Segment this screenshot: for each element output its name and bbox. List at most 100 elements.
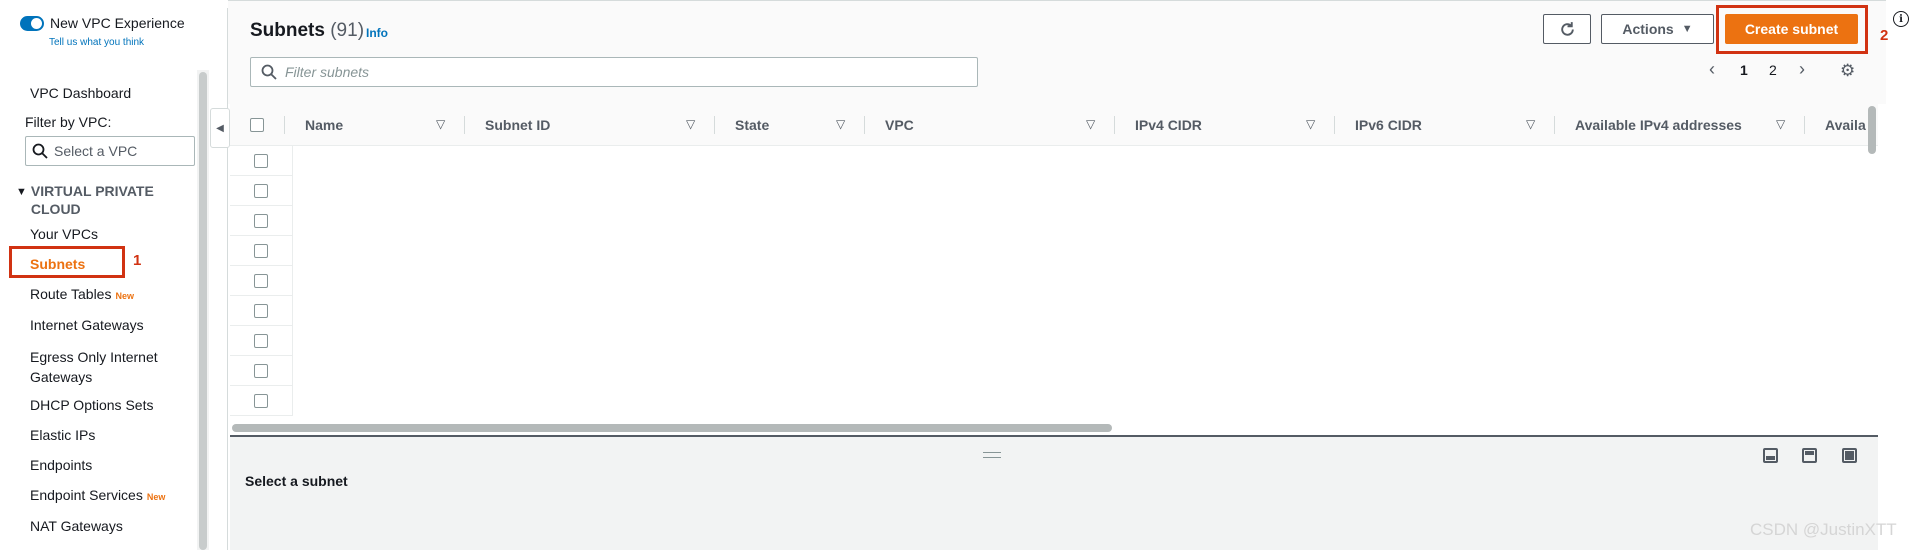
table-row[interactable]: [230, 236, 293, 266]
nav-endpoints[interactable]: Endpoints: [30, 457, 92, 473]
refresh-icon: [1560, 21, 1574, 36]
nav-label: Route Tables: [30, 286, 112, 302]
actions-label: Actions: [1622, 21, 1674, 37]
caret-down-icon: ▼: [16, 186, 27, 198]
caret-down-icon: ▼: [1681, 23, 1693, 35]
search-icon: [261, 64, 277, 80]
column-divider: [1554, 116, 1555, 134]
table-horizontal-scrollbar[interactable]: [232, 424, 1112, 432]
column-name[interactable]: Name: [305, 104, 343, 146]
subnets-table: Name ▽ Subnet ID ▽ State ▽ VPC ▽ IPv4 CI…: [230, 104, 1878, 420]
nav-elastic-ips[interactable]: Elastic IPs: [30, 427, 95, 443]
column-divider: [714, 116, 715, 134]
sort-icon[interactable]: ▽: [1306, 117, 1315, 131]
filter-subnets-input[interactable]: Filter subnets: [250, 57, 978, 87]
row-checkbox[interactable]: [254, 363, 268, 378]
row-checkbox[interactable]: [254, 393, 268, 408]
nav-nat-gateways[interactable]: NAT Gateways: [30, 518, 123, 534]
vpc-filter-select[interactable]: Select a VPC: [25, 136, 195, 166]
gear-icon[interactable]: ⚙: [1840, 61, 1855, 81]
feedback-link[interactable]: Tell us what you think: [49, 37, 144, 48]
page-1[interactable]: 1: [1740, 62, 1748, 78]
split-panel-resize-handle[interactable]: [983, 452, 1001, 458]
table-vertical-scrollbar[interactable]: [1868, 106, 1876, 154]
watermark: CSDN @JustinXTT: [1750, 520, 1897, 539]
split-panel-bottom-icon[interactable]: [1763, 448, 1778, 463]
sort-icon[interactable]: ▽: [436, 117, 445, 131]
section-virtual-private-cloud[interactable]: ▼ VIRTUAL PRIVATE CLOUD: [16, 182, 196, 218]
new-vpc-experience-toggle-row: New VPC Experience: [20, 15, 185, 31]
column-availability-zone[interactable]: Availa: [1825, 104, 1866, 146]
column-vpc[interactable]: VPC: [885, 104, 914, 146]
sort-icon[interactable]: ▽: [836, 117, 845, 131]
table-row[interactable]: [230, 386, 293, 416]
split-panel-side-icon[interactable]: [1802, 448, 1817, 463]
split-panel: [230, 435, 1878, 550]
column-ipv4-cidr[interactable]: IPv4 CIDR: [1135, 104, 1202, 146]
column-divider: [1334, 116, 1335, 134]
split-panel-title: Select a subnet: [245, 473, 348, 489]
annotation-box-create-subnet: [1716, 5, 1868, 54]
row-checkbox[interactable]: [254, 153, 268, 168]
filter-by-vpc-label: Filter by VPC:: [25, 114, 112, 130]
table-header-row: Name ▽ Subnet ID ▽ State ▽ VPC ▽ IPv4 CI…: [230, 104, 1878, 146]
nav-endpoint-services[interactable]: Endpoint Services New: [30, 487, 165, 503]
search-icon: [32, 143, 48, 159]
page-title-text: Subnets: [250, 20, 325, 41]
chevron-left-icon[interactable]: ‹: [1709, 59, 1715, 80]
select-all-checkbox-cell[interactable]: [250, 104, 264, 146]
sidenav-scrollbar[interactable]: [199, 72, 207, 550]
row-checkbox[interactable]: [254, 333, 268, 348]
annotation-number-2: 2: [1880, 27, 1889, 44]
column-divider: [284, 116, 285, 134]
nav-route-tables[interactable]: Route Tables New: [30, 286, 134, 302]
column-divider: [464, 116, 465, 134]
table-row[interactable]: [230, 326, 293, 356]
table-row[interactable]: [230, 296, 293, 326]
page-2[interactable]: 2: [1769, 62, 1777, 78]
row-checkbox[interactable]: [254, 183, 268, 198]
section-title: VIRTUAL PRIVATE CLOUD: [30, 183, 154, 217]
row-checkbox[interactable]: [254, 273, 268, 288]
vpc-console: New VPC Experience Tell us what you thin…: [0, 0, 1920, 550]
table-row[interactable]: [230, 206, 293, 236]
nav-internet-gateways[interactable]: Internet Gateways: [30, 317, 144, 333]
table-row[interactable]: [230, 266, 293, 296]
column-available-ipv4[interactable]: Available IPv4 addresses: [1575, 104, 1742, 146]
table-row[interactable]: [230, 176, 293, 206]
toggle-label: New VPC Experience: [50, 15, 185, 31]
collapse-sidenav-button[interactable]: ◀: [210, 108, 230, 148]
actions-button[interactable]: Actions ▼: [1601, 14, 1714, 44]
annotation-box-subnets: [9, 246, 125, 278]
column-subnet-id[interactable]: Subnet ID: [485, 104, 550, 146]
info-icon[interactable]: i: [1893, 11, 1909, 27]
new-badge: New: [146, 492, 166, 502]
new-vpc-experience-toggle[interactable]: [20, 15, 44, 31]
row-checkbox[interactable]: [254, 303, 268, 318]
row-checkbox[interactable]: [254, 213, 268, 228]
subnet-count: (91): [330, 20, 365, 41]
sort-icon[interactable]: ▽: [686, 117, 695, 131]
sort-icon[interactable]: ▽: [1086, 117, 1095, 131]
page-title: Subnets (91): [250, 20, 364, 42]
nav-vpc-dashboard[interactable]: VPC Dashboard: [30, 85, 131, 101]
nav-your-vpcs[interactable]: Your VPCs: [30, 226, 98, 242]
column-state[interactable]: State: [735, 104, 769, 146]
nav-egress-only-internet-gateways[interactable]: Egress Only Internet Gateways: [30, 347, 190, 387]
refresh-button[interactable]: [1543, 14, 1591, 44]
sort-icon[interactable]: ▽: [1776, 117, 1785, 131]
row-checkbox[interactable]: [254, 243, 268, 258]
split-panel-full-icon[interactable]: [1842, 448, 1857, 463]
table-row[interactable]: [230, 356, 293, 386]
table-row[interactable]: [230, 146, 293, 176]
nav-dhcp-options-sets[interactable]: DHCP Options Sets: [30, 397, 153, 413]
new-badge: New: [115, 291, 134, 301]
chevron-right-icon[interactable]: ›: [1799, 59, 1805, 80]
column-ipv6-cidr[interactable]: IPv6 CIDR: [1355, 104, 1422, 146]
column-divider: [864, 116, 865, 134]
sort-icon[interactable]: ▽: [1526, 117, 1535, 131]
select-all-checkbox[interactable]: [250, 118, 264, 132]
annotation-number-1: 1: [133, 252, 142, 269]
info-link[interactable]: Info: [366, 26, 388, 40]
nav-label: Endpoint Services: [30, 487, 143, 503]
